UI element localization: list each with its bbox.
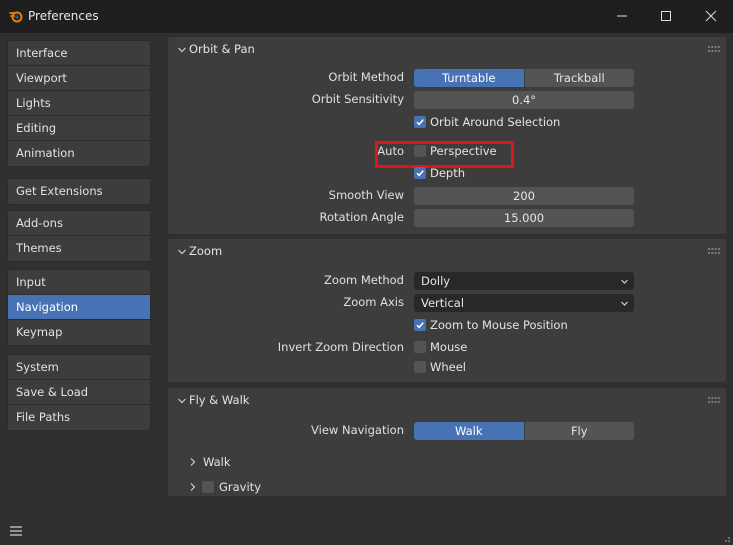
maximize-button[interactable] xyxy=(644,4,688,28)
checkbox-checked xyxy=(414,116,426,128)
zoom-method-dropdown[interactable]: Dolly xyxy=(414,272,634,290)
minimize-button[interactable] xyxy=(600,4,644,28)
rotation-angle-field[interactable]: 15.000 xyxy=(414,209,634,227)
sidebar-item-animation[interactable]: Animation xyxy=(8,141,150,166)
orbit-method-turntable[interactable]: Turntable xyxy=(414,69,524,87)
chevron-right-icon xyxy=(190,458,196,466)
orbit-sensitivity-field[interactable]: 0.4° xyxy=(414,91,634,109)
sidebar-item-add-ons[interactable]: Add-ons xyxy=(8,211,150,236)
close-icon xyxy=(705,10,717,22)
dropdown-value: Dolly xyxy=(421,274,451,288)
zoom-method-label: Zoom Method xyxy=(324,273,404,287)
invert-zoom-label: Invert Zoom Direction xyxy=(277,340,404,354)
panel-title: Orbit & Pan xyxy=(189,42,255,56)
checkbox-checked xyxy=(414,319,426,331)
sidebar-item-editing[interactable]: Editing xyxy=(8,116,150,141)
smooth-view-field[interactable]: 200 xyxy=(414,187,634,205)
walk-subpanel-header[interactable]: Walk xyxy=(188,454,231,470)
sidebar-item-lights[interactable]: Lights xyxy=(8,91,150,116)
gravity-subpanel-header[interactable]: Gravity xyxy=(188,479,261,495)
sidebar-group-general: Interface Viewport Lights Editing Animat… xyxy=(7,40,151,167)
panel-header-orbit-pan[interactable]: Orbit & Pan xyxy=(168,37,726,63)
sidebar-group-system: System Save & Load File Paths xyxy=(7,354,151,431)
rotation-angle-label: Rotation Angle xyxy=(319,210,404,224)
minimize-icon xyxy=(617,15,627,17)
panel-title: Zoom xyxy=(189,244,223,258)
sidebar-item-interface[interactable]: Interface xyxy=(8,41,150,66)
window-title: Preferences xyxy=(28,9,99,23)
chevron-right-icon xyxy=(190,483,196,491)
zoom-axis-label: Zoom Axis xyxy=(343,295,404,309)
view-navigation-fly[interactable]: Fly xyxy=(523,422,634,440)
highlight-box xyxy=(375,141,514,168)
sidebar-group-extensions: Get Extensions xyxy=(7,178,151,205)
checkbox-label: Orbit Around Selection xyxy=(430,115,561,129)
auto-label: Auto xyxy=(377,144,404,158)
sidebar: Interface Viewport Lights Editing Animat… xyxy=(0,33,160,545)
zoom-to-mouse-checkbox[interactable]: Zoom to Mouse Position xyxy=(414,317,568,333)
panel-orbit-pan: Orbit & Pan Orbit Method Turntable Track… xyxy=(167,36,727,235)
panel-header-fly-walk[interactable]: Fly & Walk xyxy=(168,388,726,414)
sidebar-item-keymap[interactable]: Keymap xyxy=(8,320,150,345)
checkmark-icon xyxy=(416,322,424,329)
subpanel-title: Walk xyxy=(203,455,231,469)
drag-grip-icon[interactable] xyxy=(708,396,720,404)
checkbox-unchecked xyxy=(414,341,426,353)
close-button[interactable] xyxy=(689,4,733,28)
view-navigation-selector: Walk Fly xyxy=(414,422,634,440)
orbit-sensitivity-label: Orbit Sensitivity xyxy=(311,92,404,106)
smooth-view-label: Smooth View xyxy=(328,188,404,202)
dropdown-value: Vertical xyxy=(421,296,465,310)
sidebar-item-system[interactable]: System xyxy=(8,355,150,380)
zoom-axis-dropdown[interactable]: Vertical xyxy=(414,294,634,312)
panel-zoom: Zoom Zoom Method Dolly Zoom Axis Vertica… xyxy=(167,238,727,383)
blender-logo-icon xyxy=(9,11,23,23)
auto-depth-checkbox[interactable]: Depth xyxy=(414,165,465,181)
hamburger-menu-icon[interactable] xyxy=(9,524,23,538)
checkbox-unchecked xyxy=(414,361,426,373)
panel-fly-walk: Fly & Walk View Navigation Walk Fly Walk… xyxy=(167,387,727,497)
sidebar-item-save-load[interactable]: Save & Load xyxy=(8,380,150,405)
maximize-icon xyxy=(661,11,671,21)
orbit-method-selector: Turntable Trackball xyxy=(414,69,634,87)
title-bar: Preferences xyxy=(0,0,733,33)
sidebar-item-themes[interactable]: Themes xyxy=(8,236,150,261)
drag-grip-icon[interactable] xyxy=(708,247,720,255)
checkbox-label: Zoom to Mouse Position xyxy=(430,318,568,332)
checkmark-icon xyxy=(416,119,424,126)
sidebar-item-viewport[interactable]: Viewport xyxy=(8,66,150,91)
checkbox-label: Wheel xyxy=(430,360,467,374)
checkmark-icon xyxy=(416,170,424,177)
subpanel-title: Gravity xyxy=(219,480,262,494)
chevron-down-icon xyxy=(621,301,628,306)
checkbox-label: Depth xyxy=(430,166,466,180)
chevron-down-icon xyxy=(178,398,186,404)
invert-mouse-checkbox[interactable]: Mouse xyxy=(414,339,467,355)
sidebar-item-file-paths[interactable]: File Paths xyxy=(8,405,150,430)
gravity-checkbox[interactable] xyxy=(202,481,214,493)
drag-grip-icon[interactable] xyxy=(708,45,720,53)
preferences-content: Orbit & Pan Orbit Method Turntable Track… xyxy=(160,33,733,545)
panel-title: Fly & Walk xyxy=(189,393,250,407)
view-navigation-walk[interactable]: Walk xyxy=(414,422,524,440)
chevron-down-icon xyxy=(621,279,628,284)
sidebar-item-navigation[interactable]: Navigation xyxy=(8,295,150,320)
view-navigation-label: View Navigation xyxy=(311,423,404,437)
sidebar-group-addons: Add-ons Themes xyxy=(7,210,151,262)
sidebar-item-input[interactable]: Input xyxy=(8,270,150,295)
resize-grip-icon[interactable] xyxy=(721,533,731,543)
checkbox-checked xyxy=(414,167,426,179)
panel-header-zoom[interactable]: Zoom xyxy=(168,239,726,265)
orbit-method-label: Orbit Method xyxy=(328,70,404,84)
sidebar-group-input: Input Navigation Keymap xyxy=(7,269,151,346)
orbit-method-trackball[interactable]: Trackball xyxy=(523,69,634,87)
orbit-around-selection-checkbox[interactable]: Orbit Around Selection xyxy=(414,114,560,130)
sidebar-item-get-extensions[interactable]: Get Extensions xyxy=(8,179,150,204)
chevron-down-icon xyxy=(178,249,186,255)
checkbox-label: Mouse xyxy=(430,340,468,354)
chevron-down-icon xyxy=(178,47,186,53)
invert-wheel-checkbox[interactable]: Wheel xyxy=(414,359,466,375)
